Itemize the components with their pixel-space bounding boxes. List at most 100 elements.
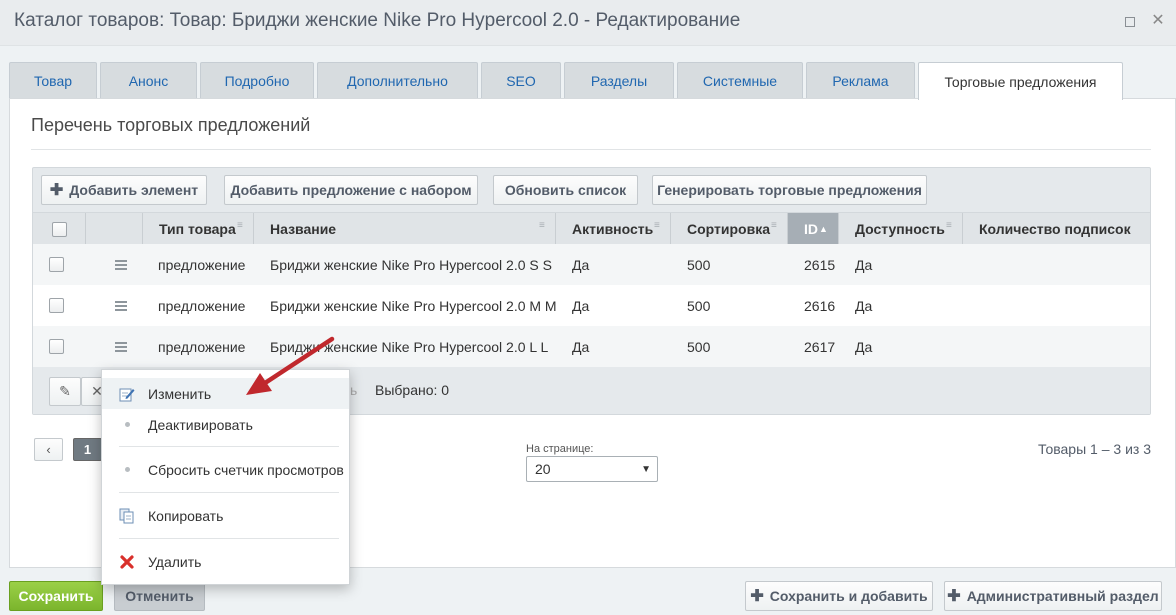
cell-active: Да (572, 256, 590, 273)
table-header: Тип товара ≡ Название ≡ Активность ≡ Сор… (33, 212, 1150, 245)
admin-section-label: Административный раздел (966, 588, 1159, 604)
copy-icon (119, 508, 135, 524)
cell-name: Бриджи женские Nike Pro Hypercool 2.0 M … (270, 297, 557, 314)
cell-active: Да (572, 297, 590, 314)
column-menu-icon[interactable]: ≡ (539, 221, 549, 231)
tab-product[interactable]: Товар (9, 62, 97, 99)
row-checkbox[interactable] (49, 257, 64, 272)
save-button[interactable]: Сохранить (9, 581, 103, 611)
cell-sort: 500 (687, 338, 711, 355)
add-element-button[interactable]: ✚ Добавить элемент (41, 175, 207, 205)
menu-separator (119, 538, 339, 539)
chevron-down-icon: ▼ (641, 464, 651, 475)
column-header-availability[interactable]: Доступность ≡ (839, 213, 963, 245)
cell-availability: Да (855, 256, 873, 273)
column-header-type[interactable]: Тип товара ≡ (143, 213, 254, 245)
menu-item-deactivate[interactable]: Деактивировать (102, 409, 349, 440)
tab-sections[interactable]: Разделы (564, 62, 674, 99)
add-offer-with-set-button[interactable]: Добавить предложение с набором (224, 175, 478, 205)
column-header-name[interactable]: Название ≡ (254, 213, 556, 245)
cell-active: Да (572, 338, 590, 355)
select-all-checkbox[interactable] (51, 221, 67, 237)
divider (31, 149, 1151, 150)
menu-item-reset-views[interactable]: Сбросить счетчик просмотров (102, 454, 349, 485)
dot-icon (119, 462, 135, 478)
column-menu-icon[interactable]: ≡ (654, 221, 664, 231)
cell-availability: Да (855, 338, 873, 355)
save-and-add-label: Сохранить и добавить (769, 588, 928, 604)
sort-asc-icon: ▲ (819, 224, 828, 234)
close-icon[interactable]: ✕ (1151, 13, 1165, 29)
cell-type: предложение (158, 256, 246, 273)
table-row[interactable]: предложение Бриджи женские Nike Pro Hype… (33, 285, 1150, 326)
column-type-label: Тип товара (159, 221, 236, 237)
column-menu-icon[interactable]: ≡ (771, 221, 781, 231)
tab-announce[interactable]: Анонс (100, 62, 197, 99)
menu-item-delete[interactable]: Удалить (102, 546, 349, 577)
column-sort-label: Сортировка (687, 221, 770, 237)
menu-item-label: Изменить (148, 385, 212, 402)
edit-icon (119, 386, 135, 402)
row-menu-icon[interactable] (115, 259, 127, 270)
edit-selected-button[interactable]: ✎ (49, 377, 81, 406)
save-and-add-button[interactable]: ✚ Сохранить и добавить (745, 581, 933, 611)
column-active-label: Активность (572, 221, 654, 237)
column-availability-label: Доступность (855, 221, 945, 237)
maximize-icon[interactable] (1122, 14, 1136, 28)
hidden-action-fragment: ь (350, 382, 358, 398)
table-row[interactable]: предложение Бриджи женские Nike Pro Hype… (33, 244, 1150, 285)
cell-id: 2616 (804, 297, 836, 314)
cell-type: предложение (158, 338, 246, 355)
admin-section-button[interactable]: ✚ Административный раздел (944, 581, 1162, 611)
refresh-list-button[interactable]: Обновить список (493, 175, 638, 205)
per-page-select[interactable]: 20 ▼ (526, 456, 658, 482)
column-header-active[interactable]: Активность ≡ (556, 213, 671, 245)
header-actions-cell (86, 213, 143, 245)
row-menu-icon[interactable] (115, 300, 127, 311)
row-menu-icon[interactable] (115, 341, 127, 352)
add-element-label: Добавить элемент (69, 182, 199, 198)
selected-count: Выбрано: 0 (375, 382, 450, 398)
menu-item-label: Деактивировать (148, 416, 253, 433)
column-header-id[interactable]: ID ▲ (788, 213, 839, 245)
tab-system[interactable]: Системные (677, 62, 803, 99)
tab-seo[interactable]: SEO (481, 62, 561, 99)
window-titlebar: Каталог товаров: Товар: Бриджи женские N… (0, 0, 1176, 46)
prev-page-button[interactable]: ‹ (34, 438, 63, 461)
page-1-button[interactable]: 1 (73, 438, 102, 461)
items-counter: Товары 1 – 3 из 3 (1038, 441, 1151, 457)
menu-separator (119, 492, 339, 493)
window-title: Каталог товаров: Товар: Бриджи женские N… (14, 10, 741, 31)
column-header-subscriptions[interactable]: Количество подписок (963, 213, 1150, 245)
row-checkbox[interactable] (49, 339, 64, 354)
tab-details[interactable]: Подробно (200, 62, 314, 99)
per-page-value: 20 (535, 461, 551, 477)
cell-type: предложение (158, 297, 246, 314)
row-checkbox[interactable] (49, 298, 64, 313)
menu-item-copy[interactable]: Копировать (102, 500, 349, 531)
annotation-arrow-icon (246, 336, 335, 395)
column-header-sort[interactable]: Сортировка ≡ (671, 213, 788, 245)
per-page-label: На странице: (526, 443, 594, 455)
plus-icon: ✚ (49, 182, 64, 199)
cell-name: Бриджи женские Nike Pro Hypercool 2.0 S … (270, 256, 552, 273)
cell-sort: 500 (687, 297, 711, 314)
table-row[interactable]: предложение Бриджи женские Nike Pro Hype… (33, 326, 1150, 367)
cell-availability: Да (855, 297, 873, 314)
column-subscriptions-label: Количество подписок (979, 221, 1131, 237)
column-menu-icon[interactable]: ≡ (237, 221, 247, 231)
delete-icon (119, 554, 135, 570)
column-name-label: Название (270, 221, 337, 237)
generate-offers-button[interactable]: Генерировать торговые предложения (652, 175, 927, 205)
dot-icon (119, 417, 135, 433)
tab-advertising[interactable]: Реклама (806, 62, 915, 99)
row-context-menu: Изменить Деактивировать Сбросить счетчик… (101, 369, 350, 585)
cell-id: 2617 (804, 338, 836, 355)
tab-additional[interactable]: Дополнительно (317, 62, 478, 99)
cancel-button[interactable]: Отменить (114, 581, 205, 611)
tab-trade-offers[interactable]: Торговые предложения (918, 62, 1123, 100)
column-menu-icon[interactable]: ≡ (946, 221, 956, 231)
cell-id: 2615 (804, 256, 836, 273)
menu-item-label: Копировать (148, 507, 224, 524)
menu-separator (119, 446, 339, 447)
